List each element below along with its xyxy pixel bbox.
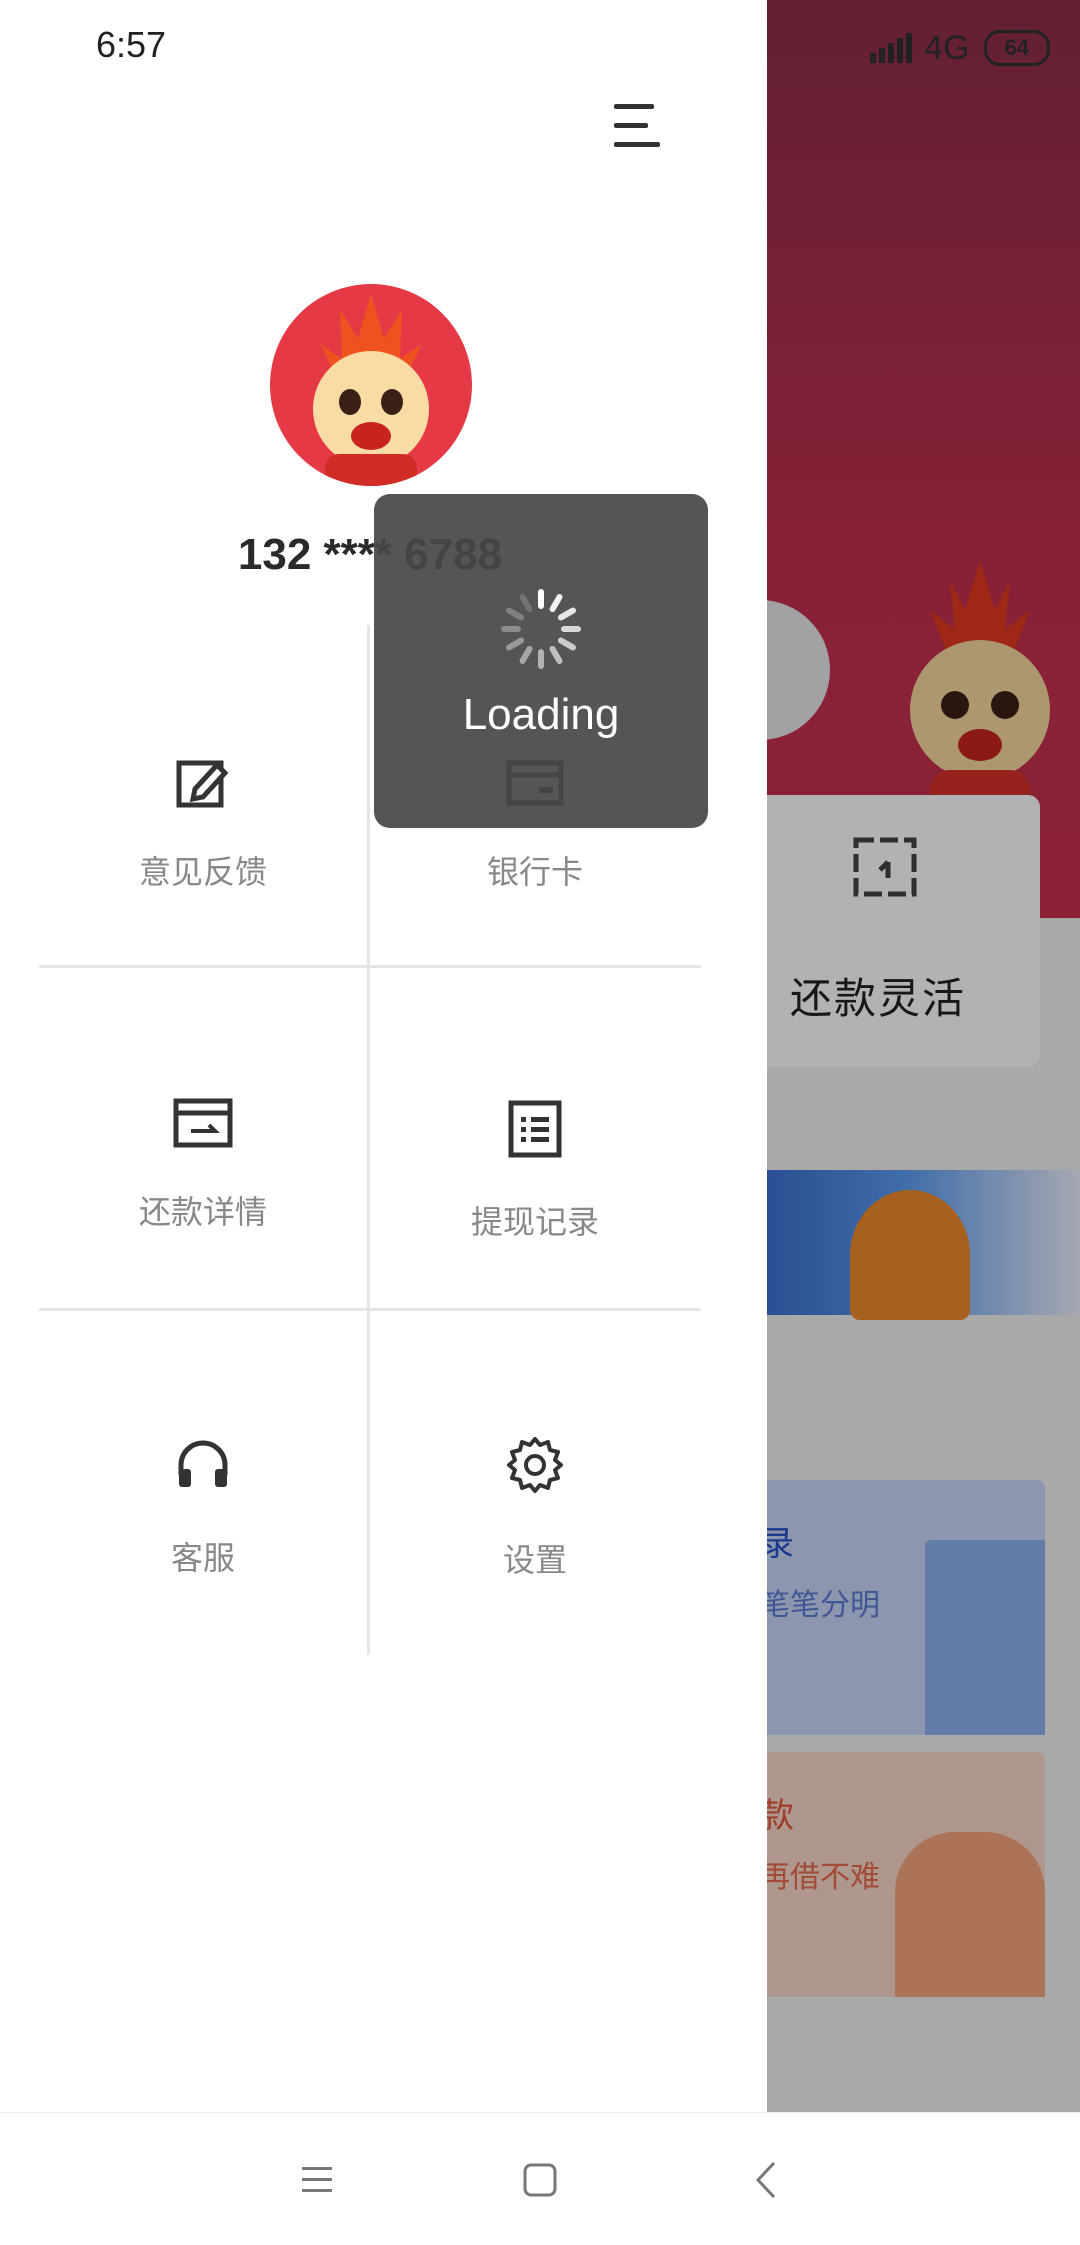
gear-icon (507, 1437, 563, 1493)
grid-item-customer-service[interactable]: 客服 (38, 1315, 368, 1645)
side-drawer: 6:57 132 **** 6788 意见反馈 银行卡 还款详情 提现记录 客服… (0, 0, 767, 2112)
loading-spinner-icon (501, 589, 581, 669)
network-type: 4G (924, 28, 970, 67)
edit-icon (176, 760, 229, 808)
grid-item-label: 意见反馈 (138, 853, 267, 891)
menu-icon[interactable] (290, 2153, 344, 2207)
status-bar-indicators: 4G 64 (870, 28, 1050, 68)
list-icon (508, 1100, 562, 1158)
repayment-icon (173, 1098, 233, 1148)
grid-item-label: 银行卡 (486, 853, 583, 891)
grid-divider (39, 1308, 701, 1311)
loading-toast: Loading (374, 494, 708, 828)
grid-item-label: 提现记录 (470, 1203, 599, 1241)
hamburger-icon[interactable] (610, 96, 664, 156)
grid-item-label: 还款详情 (138, 1193, 267, 1231)
grid-item-label: 客服 (170, 1539, 235, 1577)
avatar[interactable] (270, 284, 472, 486)
grid-item-withdrawal-records[interactable]: 提现记录 (370, 975, 700, 1305)
grid-item-settings[interactable]: 设置 (370, 1315, 700, 1645)
dragon-mascot-avatar (313, 294, 429, 486)
navigation-bar (0, 2112, 1080, 2245)
back-icon[interactable] (740, 2153, 794, 2207)
grid-item-feedback[interactable]: 意见反馈 (38, 635, 368, 965)
status-time: 6:57 (96, 24, 167, 65)
signal-icon (870, 33, 913, 63)
home-icon[interactable] (513, 2153, 567, 2207)
battery-indicator: 64 (983, 30, 1050, 66)
loading-text: Loading (462, 690, 620, 739)
grid-item-repayment-details[interactable]: 还款详情 (38, 975, 368, 1305)
headset-icon (178, 1440, 228, 1487)
grid-divider (39, 965, 701, 968)
grid-item-label: 设置 (502, 1541, 567, 1579)
